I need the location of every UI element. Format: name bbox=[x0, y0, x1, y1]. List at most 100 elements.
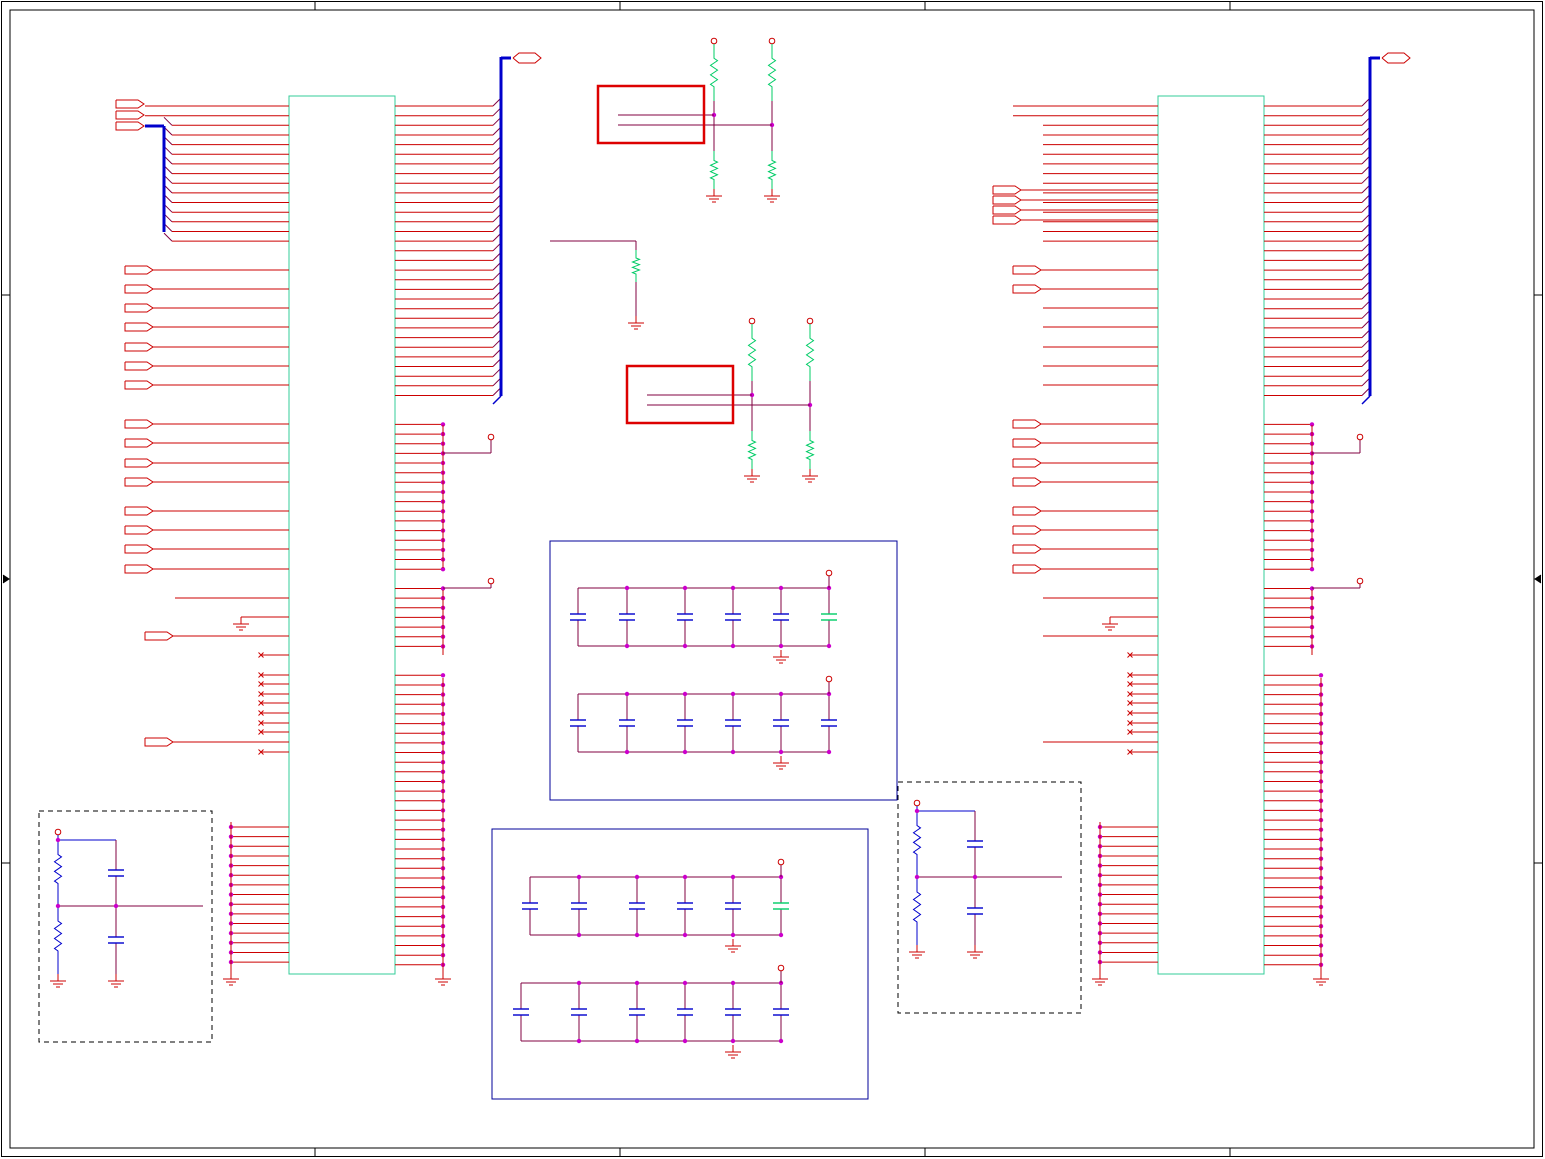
decoupling-capacitor-groups bbox=[491, 540, 898, 1100]
power-rail-circle-icon bbox=[487, 433, 495, 441]
offpage-port-arrow-icon bbox=[124, 544, 154, 554]
resistor-zigzag-icon bbox=[747, 431, 757, 469]
junction-dot-icon bbox=[576, 874, 582, 880]
ground-symbol-icon bbox=[764, 189, 780, 203]
bus-entry bbox=[163, 232, 173, 242]
offpage-port-arrow-icon bbox=[992, 215, 1022, 225]
junction-dot-icon bbox=[634, 932, 640, 938]
offpage-port-arrow-icon bbox=[992, 185, 1022, 195]
power-rail-circle-icon bbox=[1356, 433, 1364, 441]
power-rail-circle-icon bbox=[806, 317, 814, 325]
cap-bank-4 bbox=[513, 964, 789, 1059]
termination-network bbox=[625, 317, 818, 483]
vref-divider bbox=[897, 781, 1082, 1014]
capacitor-plates-icon bbox=[571, 877, 587, 935]
junction-dot-icon bbox=[730, 1038, 736, 1044]
offpage-port-arrow-icon bbox=[1012, 438, 1042, 448]
data-bus-end bbox=[492, 395, 502, 405]
cap-bank-1 bbox=[570, 569, 837, 664]
data-bus-end bbox=[1361, 395, 1371, 405]
ground-symbol-icon bbox=[1092, 972, 1108, 986]
junction-dot-icon bbox=[624, 585, 630, 591]
offpage-port-arrow-icon bbox=[124, 380, 154, 390]
capacitor-plates-icon bbox=[629, 877, 645, 935]
offpage-port-arrow-icon bbox=[1012, 477, 1042, 487]
capacitor-plates-icon bbox=[513, 983, 529, 1041]
junction-dot-icon bbox=[624, 643, 630, 649]
schematic-sheet bbox=[0, 0, 1545, 1159]
junction-dot-icon bbox=[440, 673, 446, 678]
junction-dot-icon bbox=[730, 980, 736, 986]
capacitor-plates-icon bbox=[821, 694, 837, 752]
ground-symbol-icon bbox=[802, 469, 818, 483]
offpage-port-arrow-icon bbox=[124, 322, 154, 332]
junction-dot-icon bbox=[682, 932, 688, 938]
right-memory-chip bbox=[992, 52, 1411, 986]
junction-dot-icon bbox=[682, 980, 688, 986]
capacitor-plates-icon bbox=[725, 877, 741, 935]
offpage-port-arrow-icon bbox=[1012, 419, 1042, 429]
power-rail-circle-icon bbox=[54, 828, 62, 836]
offpage-port-arrow-icon bbox=[1012, 265, 1042, 275]
junction-dot-icon bbox=[778, 585, 784, 591]
dashed-group-border bbox=[897, 781, 1082, 1014]
offpage-port-arrow-icon bbox=[124, 419, 154, 429]
junction-dot-icon bbox=[826, 749, 832, 755]
junction-dot-icon bbox=[55, 837, 61, 843]
capacitor-plates-icon bbox=[522, 877, 538, 935]
resistor-zigzag-icon bbox=[767, 44, 777, 101]
junction-dot-icon bbox=[682, 1038, 688, 1044]
offpage-port-arrow-icon bbox=[124, 438, 154, 448]
junction-dot-icon bbox=[55, 903, 61, 909]
ground-symbol-icon bbox=[108, 974, 124, 988]
capacitor-plates-icon bbox=[821, 588, 837, 646]
offpage-port-arrow-icon bbox=[124, 477, 154, 487]
resistor-zigzag-icon bbox=[912, 877, 922, 937]
capacitor-plates-icon bbox=[629, 983, 645, 1041]
offpage-port-arrow-icon bbox=[1012, 544, 1042, 554]
junction-dot-icon bbox=[730, 874, 736, 880]
resistor-zigzag-icon bbox=[767, 151, 777, 189]
schematic-drawing bbox=[1, 1, 1543, 1157]
resistor-zigzag-icon bbox=[631, 250, 641, 282]
junction-dot-icon bbox=[778, 1038, 784, 1044]
power-rail-circle-icon bbox=[913, 799, 921, 807]
capacitor-plates-icon bbox=[725, 588, 741, 646]
cap-bank-3 bbox=[522, 858, 789, 953]
ground-symbol-icon bbox=[50, 974, 66, 988]
capacitor-plates-icon bbox=[619, 588, 635, 646]
power-rail-circle-icon bbox=[825, 569, 833, 577]
capacitor-plates-icon bbox=[108, 906, 124, 974]
junction-dot-icon bbox=[778, 749, 784, 755]
data-bus-port-icon bbox=[512, 52, 542, 64]
junction-dot-icon bbox=[113, 903, 119, 909]
junction-dot-icon bbox=[778, 643, 784, 649]
offpage-port-arrow-icon bbox=[144, 737, 174, 747]
offpage-port-arrow-icon bbox=[124, 342, 154, 352]
junction-dot-icon bbox=[682, 643, 688, 649]
bus-entry bbox=[163, 116, 173, 126]
offpage-port-arrow-icon bbox=[124, 284, 154, 294]
capacitor-plates-icon bbox=[773, 694, 789, 752]
junction-dot-icon bbox=[826, 643, 832, 649]
power-rail-circle-icon bbox=[777, 964, 785, 972]
junction-dot-icon bbox=[624, 749, 630, 755]
capacitor-plates-icon bbox=[677, 588, 693, 646]
ground-symbol-icon bbox=[909, 945, 925, 959]
offpage-port-arrow-icon bbox=[144, 631, 174, 641]
center-resistor-networks bbox=[550, 37, 818, 483]
capacitor-plates-icon bbox=[571, 983, 587, 1041]
ground-symbol-icon bbox=[773, 650, 789, 664]
junction-dot-icon bbox=[1318, 673, 1324, 678]
capacitor-plates-icon bbox=[570, 694, 586, 752]
offpage-port-arrow-icon bbox=[115, 99, 145, 109]
frame-arrow-right-icon bbox=[1534, 574, 1542, 584]
vref-divider bbox=[38, 810, 213, 1043]
vref-divider-boxes bbox=[38, 781, 1082, 1043]
junction-dot-icon bbox=[682, 691, 688, 697]
junction-dot-icon bbox=[634, 1038, 640, 1044]
offpage-port-arrow-icon bbox=[1012, 458, 1042, 468]
capacitor-plates-icon bbox=[108, 840, 124, 906]
junction-dot-icon bbox=[730, 932, 736, 938]
ground-symbol-icon bbox=[967, 945, 983, 959]
